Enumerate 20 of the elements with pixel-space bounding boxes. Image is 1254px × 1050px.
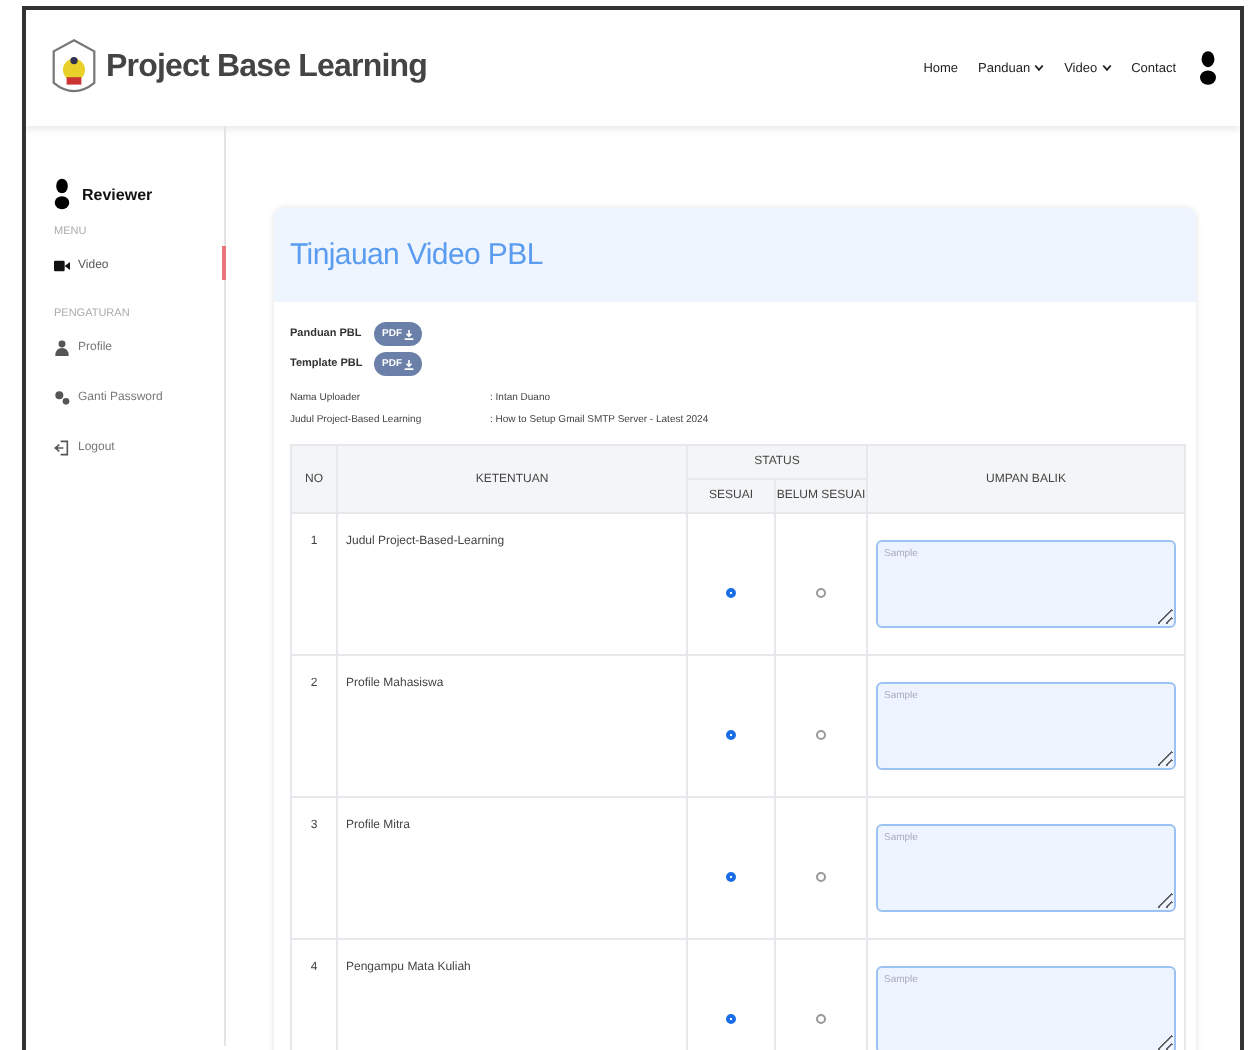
- radio-button[interactable]: [816, 1013, 826, 1023]
- user-icon: [54, 178, 70, 210]
- user-role: Reviewer: [82, 185, 153, 203]
- person-icon: [54, 340, 70, 356]
- download-icon: [404, 329, 414, 339]
- radio-button[interactable]: [816, 587, 826, 597]
- site-title: Project Base Learning: [106, 50, 428, 86]
- card-title: Tinjauan Video PBL: [290, 238, 543, 272]
- radio-button[interactable]: [726, 587, 736, 597]
- radio-button[interactable]: [816, 871, 826, 881]
- download-icon: [404, 359, 414, 369]
- user-icon[interactable]: [1200, 50, 1216, 86]
- radio-button[interactable]: [726, 729, 736, 739]
- radio-button[interactable]: [726, 1013, 736, 1023]
- radio-button[interactable]: [726, 871, 736, 881]
- gears-icon: [54, 390, 70, 406]
- logout-icon: [54, 440, 70, 456]
- radio-button[interactable]: [816, 729, 826, 739]
- video-icon: [54, 258, 70, 274]
- logo-icon: [50, 38, 98, 98]
